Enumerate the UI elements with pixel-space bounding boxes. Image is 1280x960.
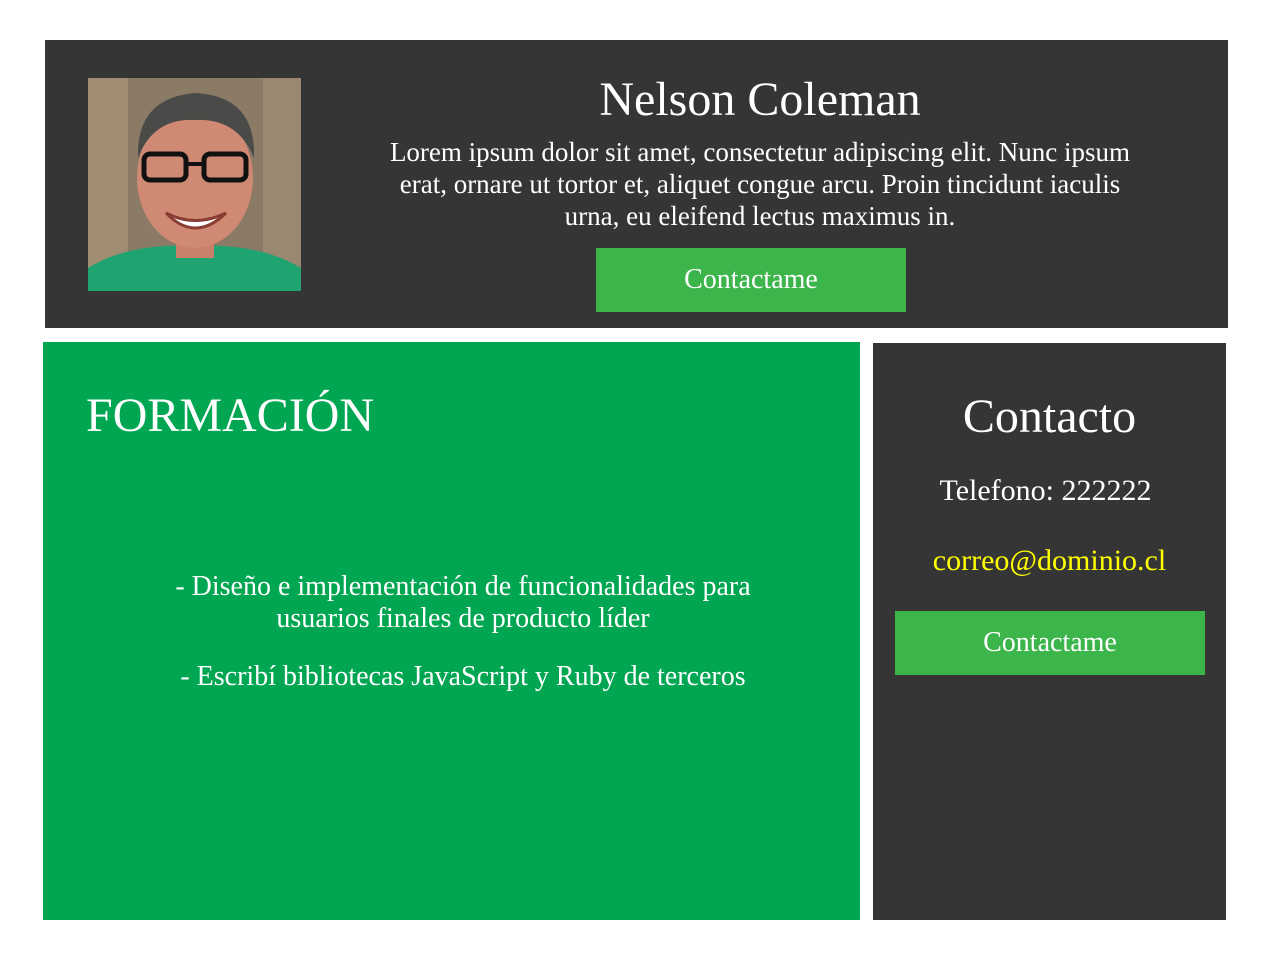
- profile-name: Nelson Coleman: [599, 73, 921, 126]
- list-item: - Diseño e implementación de funcionalid…: [175, 571, 751, 634]
- formacion-title: FORMACIÓN: [86, 389, 375, 442]
- email-link[interactable]: correo@dominio.cl: [873, 543, 1226, 579]
- avatar-photo-icon: [88, 78, 301, 291]
- profile-bio: Lorem ipsum dolor sit amet, consectetur …: [389, 137, 1131, 231]
- profile-header: Nelson Coleman Lorem ipsum dolor sit ame…: [45, 40, 1228, 328]
- formacion-list: - Diseño e implementación de funcionalid…: [143, 571, 783, 719]
- contact-button-header[interactable]: Contactame: [596, 248, 906, 312]
- list-item: - Escribí bibliotecas JavaScript y Ruby …: [180, 661, 746, 692]
- contacto-title: Contacto: [962, 390, 1137, 443]
- telefono-text: Telefono: 222222: [939, 474, 1152, 507]
- contact-button-sidebar[interactable]: Contactame: [895, 611, 1205, 675]
- avatar: [88, 78, 301, 291]
- formacion-section: FORMACIÓN - Diseño e implementación de f…: [43, 342, 860, 920]
- contacto-section: Contacto Telefono: 222222 correo@dominio…: [873, 343, 1226, 920]
